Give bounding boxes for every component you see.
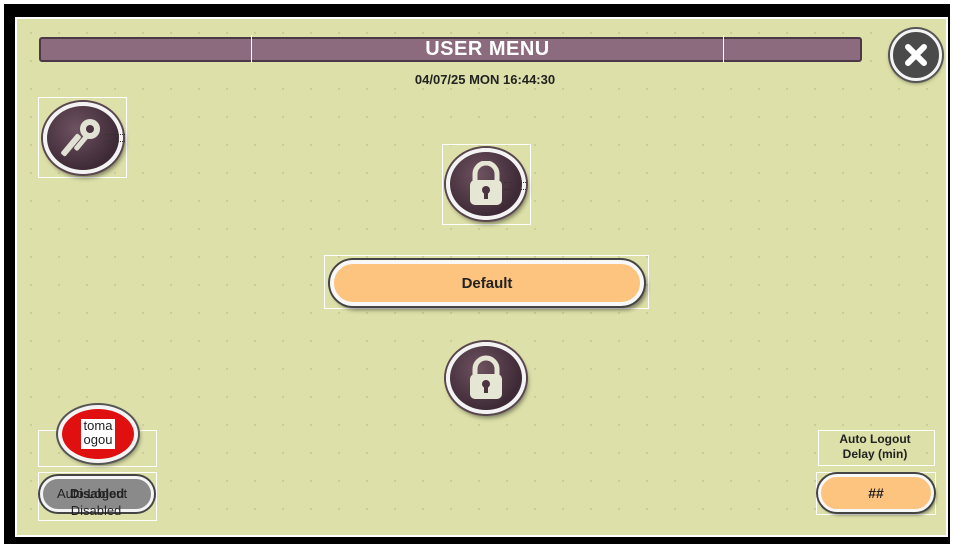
- default-button[interactable]: Default: [330, 260, 644, 306]
- lock-icon: [470, 355, 502, 399]
- auto-logout-delay-label-line2: Delay (min): [842, 447, 908, 461]
- page-title: USER MENU: [251, 35, 724, 63]
- auto-logout-delay-label-line1: Auto Logout: [839, 432, 911, 446]
- auto-logout-toggle-text: toma ogou: [81, 419, 115, 449]
- close-icon: [905, 44, 927, 66]
- unlock-button[interactable]: [446, 148, 526, 220]
- auto-logout-delay-input[interactable]: ##: [818, 474, 934, 512]
- auto-logout-delay-label: Auto Logout Delay (min): [822, 432, 928, 462]
- keys-button-marker: [105, 134, 125, 142]
- auto-logout-status-overlay: Disabled: [70, 486, 125, 501]
- keys-icon: [61, 119, 100, 157]
- datetime-display: 04/07/25 MON 16:44:30: [414, 72, 556, 87]
- unlock-button-marker: [504, 182, 526, 190]
- auto-logout-toggle-button[interactable]: toma ogou: [58, 405, 138, 463]
- auto-logout-status-text: Disabled: [70, 503, 122, 518]
- keys-button[interactable]: [43, 102, 125, 174]
- close-button[interactable]: [890, 29, 942, 81]
- unlock-icon: [470, 161, 502, 205]
- lock-button[interactable]: [446, 342, 526, 414]
